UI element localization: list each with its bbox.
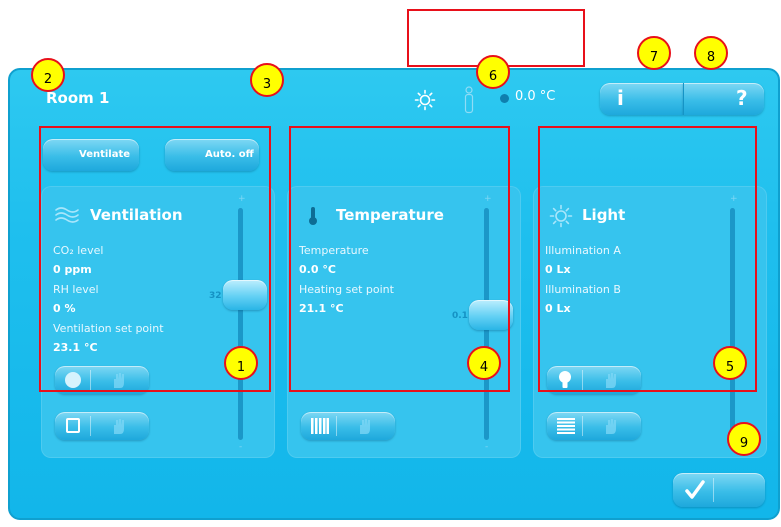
checkmark-icon — [685, 480, 705, 500]
help-icon: ? — [736, 86, 748, 110]
info-icon: i — [617, 86, 624, 110]
annotation-marker: 5 — [713, 346, 747, 380]
blind-icon — [557, 418, 575, 434]
window-icon — [66, 418, 80, 433]
annotation-marker: 6 — [476, 55, 510, 89]
info-button[interactable]: i — [600, 83, 683, 115]
header-temperature: 0.0 °C — [515, 89, 556, 104]
radiator-icon — [311, 418, 329, 434]
help-button[interactable]: ? — [683, 83, 764, 115]
hand-icon — [357, 417, 373, 435]
sun-icon — [414, 89, 436, 111]
button-divider — [90, 416, 91, 436]
room-title: Room 1 — [46, 89, 110, 107]
ok-button[interactable] — [673, 473, 765, 507]
hand-icon — [111, 417, 127, 435]
annotation-marker: 1 — [224, 346, 258, 380]
radiator-mode-button[interactable] — [301, 412, 395, 440]
status-dot-icon — [500, 94, 509, 103]
annotation-marker: 9 — [727, 422, 761, 456]
temperature-slider-minus: - — [485, 442, 489, 452]
annotation-marker: 8 — [694, 36, 728, 70]
button-divider — [336, 416, 337, 436]
annotation-marker: 4 — [467, 346, 501, 380]
blind-mode-button[interactable] — [547, 412, 641, 440]
annotation-marker: 3 — [250, 63, 284, 97]
button-divider — [713, 478, 714, 502]
annotation-marker: 2 — [31, 58, 65, 92]
person-icon — [463, 86, 475, 114]
button-divider — [582, 416, 583, 436]
hand-icon — [603, 417, 619, 435]
window-mode-button[interactable] — [55, 412, 149, 440]
ventilation-slider-minus: - — [239, 442, 243, 452]
annotation-marker: 7 — [637, 36, 671, 70]
